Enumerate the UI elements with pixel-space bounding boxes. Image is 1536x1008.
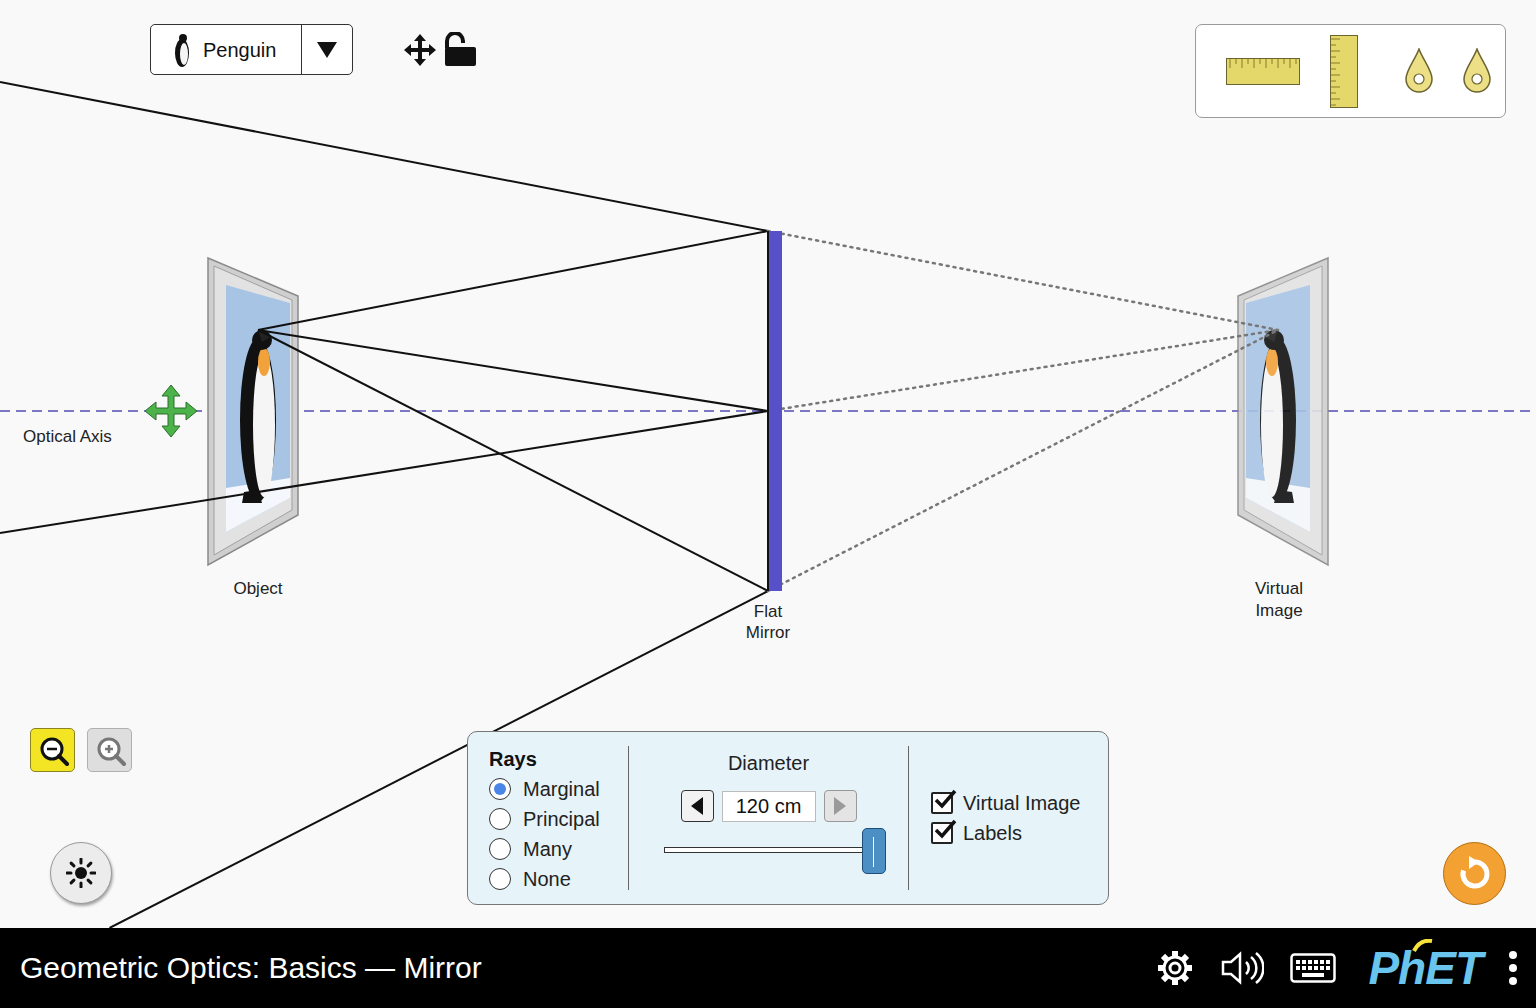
radio-button[interactable] <box>489 838 511 860</box>
diameter-value: 120 cm <box>722 791 816 822</box>
lock-icon[interactable] <box>444 32 478 68</box>
checkbox[interactable] <box>931 822 953 844</box>
radio-button[interactable] <box>489 808 511 830</box>
optical-axis-label: Optical Axis <box>23 426 112 448</box>
toolbox <box>1195 24 1506 118</box>
object[interactable] <box>208 258 298 565</box>
arrow-left-icon <box>688 795 706 817</box>
vertical-ruler-icon[interactable] <box>1330 35 1358 108</box>
navigation-bar: Geometric Optics: Basics — Mirror PhET <box>0 928 1536 1008</box>
move-object-icon[interactable] <box>145 385 197 437</box>
slider-track <box>664 847 874 853</box>
dropdown-arrow-icon[interactable] <box>316 41 338 59</box>
visibility-group: Virtual ImageLabels <box>909 746 1108 890</box>
position-marker-icon[interactable] <box>1462 48 1492 94</box>
zoom-out-button[interactable] <box>30 728 75 772</box>
penguin-icon <box>173 32 191 68</box>
virtual-image <box>1238 258 1328 565</box>
projector-mode-button[interactable] <box>50 842 112 904</box>
sim-canvas: Optical Axis Object FlatMirror VirtualImage… <box>0 0 1536 928</box>
zoom-in-icon <box>93 733 127 767</box>
zoom-out-icon <box>36 733 70 767</box>
drag-mode-icon[interactable] <box>403 33 437 67</box>
object-selector[interactable]: Penguin <box>150 24 353 75</box>
slider-thumb[interactable] <box>862 828 886 874</box>
checkbox[interactable] <box>931 792 953 814</box>
checkbox-row[interactable]: Labels <box>931 818 1108 848</box>
rays-radio-option[interactable]: None <box>489 864 628 894</box>
check-icon <box>933 818 957 842</box>
logo-arc-icon <box>1412 939 1434 953</box>
sound-icon[interactable] <box>1220 950 1264 986</box>
radio-button[interactable] <box>489 778 511 800</box>
reset-all-button[interactable] <box>1443 842 1506 905</box>
diameter-group: Diameter120 cm <box>629 746 908 890</box>
mirror-label: FlatMirror <box>718 601 818 643</box>
diameter-slider[interactable] <box>664 828 874 872</box>
sim-title: Geometric Optics: Basics — Mirror <box>20 950 482 986</box>
virtual-image-label: VirtualImage <box>1229 578 1329 622</box>
checkbox-row[interactable]: Virtual Image <box>931 788 1108 818</box>
object-label: Object <box>208 578 308 600</box>
rays-group: RaysMarginalPrincipalManyNone <box>468 746 628 890</box>
horizontal-ruler-icon[interactable] <box>1226 58 1300 85</box>
slider-fill <box>665 848 873 852</box>
rays-radio-option[interactable]: Principal <box>489 804 628 834</box>
rays-radio-option[interactable]: Many <box>489 834 628 864</box>
phet-logo[interactable]: PhET <box>1368 943 1482 993</box>
reset-icon <box>1457 856 1493 892</box>
rays-radio-option[interactable]: Marginal <box>489 774 628 804</box>
arrow-right-icon <box>831 795 849 817</box>
control-panel: RaysMarginalPrincipalManyNoneDiameter120… <box>467 731 1109 905</box>
position-marker-icon[interactable] <box>1404 48 1434 94</box>
flat-mirror <box>767 231 782 591</box>
keyboard-icon[interactable] <box>1290 953 1336 983</box>
zoom-in-button[interactable] <box>87 728 132 772</box>
radio-button[interactable] <box>489 868 511 890</box>
sun-icon <box>66 858 96 888</box>
options-menu-icon[interactable] <box>1508 950 1518 986</box>
diameter-increase-button[interactable] <box>824 790 857 822</box>
diameter-decrease-button[interactable] <box>681 790 714 822</box>
gear-icon[interactable] <box>1156 949 1194 987</box>
check-icon <box>933 788 957 812</box>
